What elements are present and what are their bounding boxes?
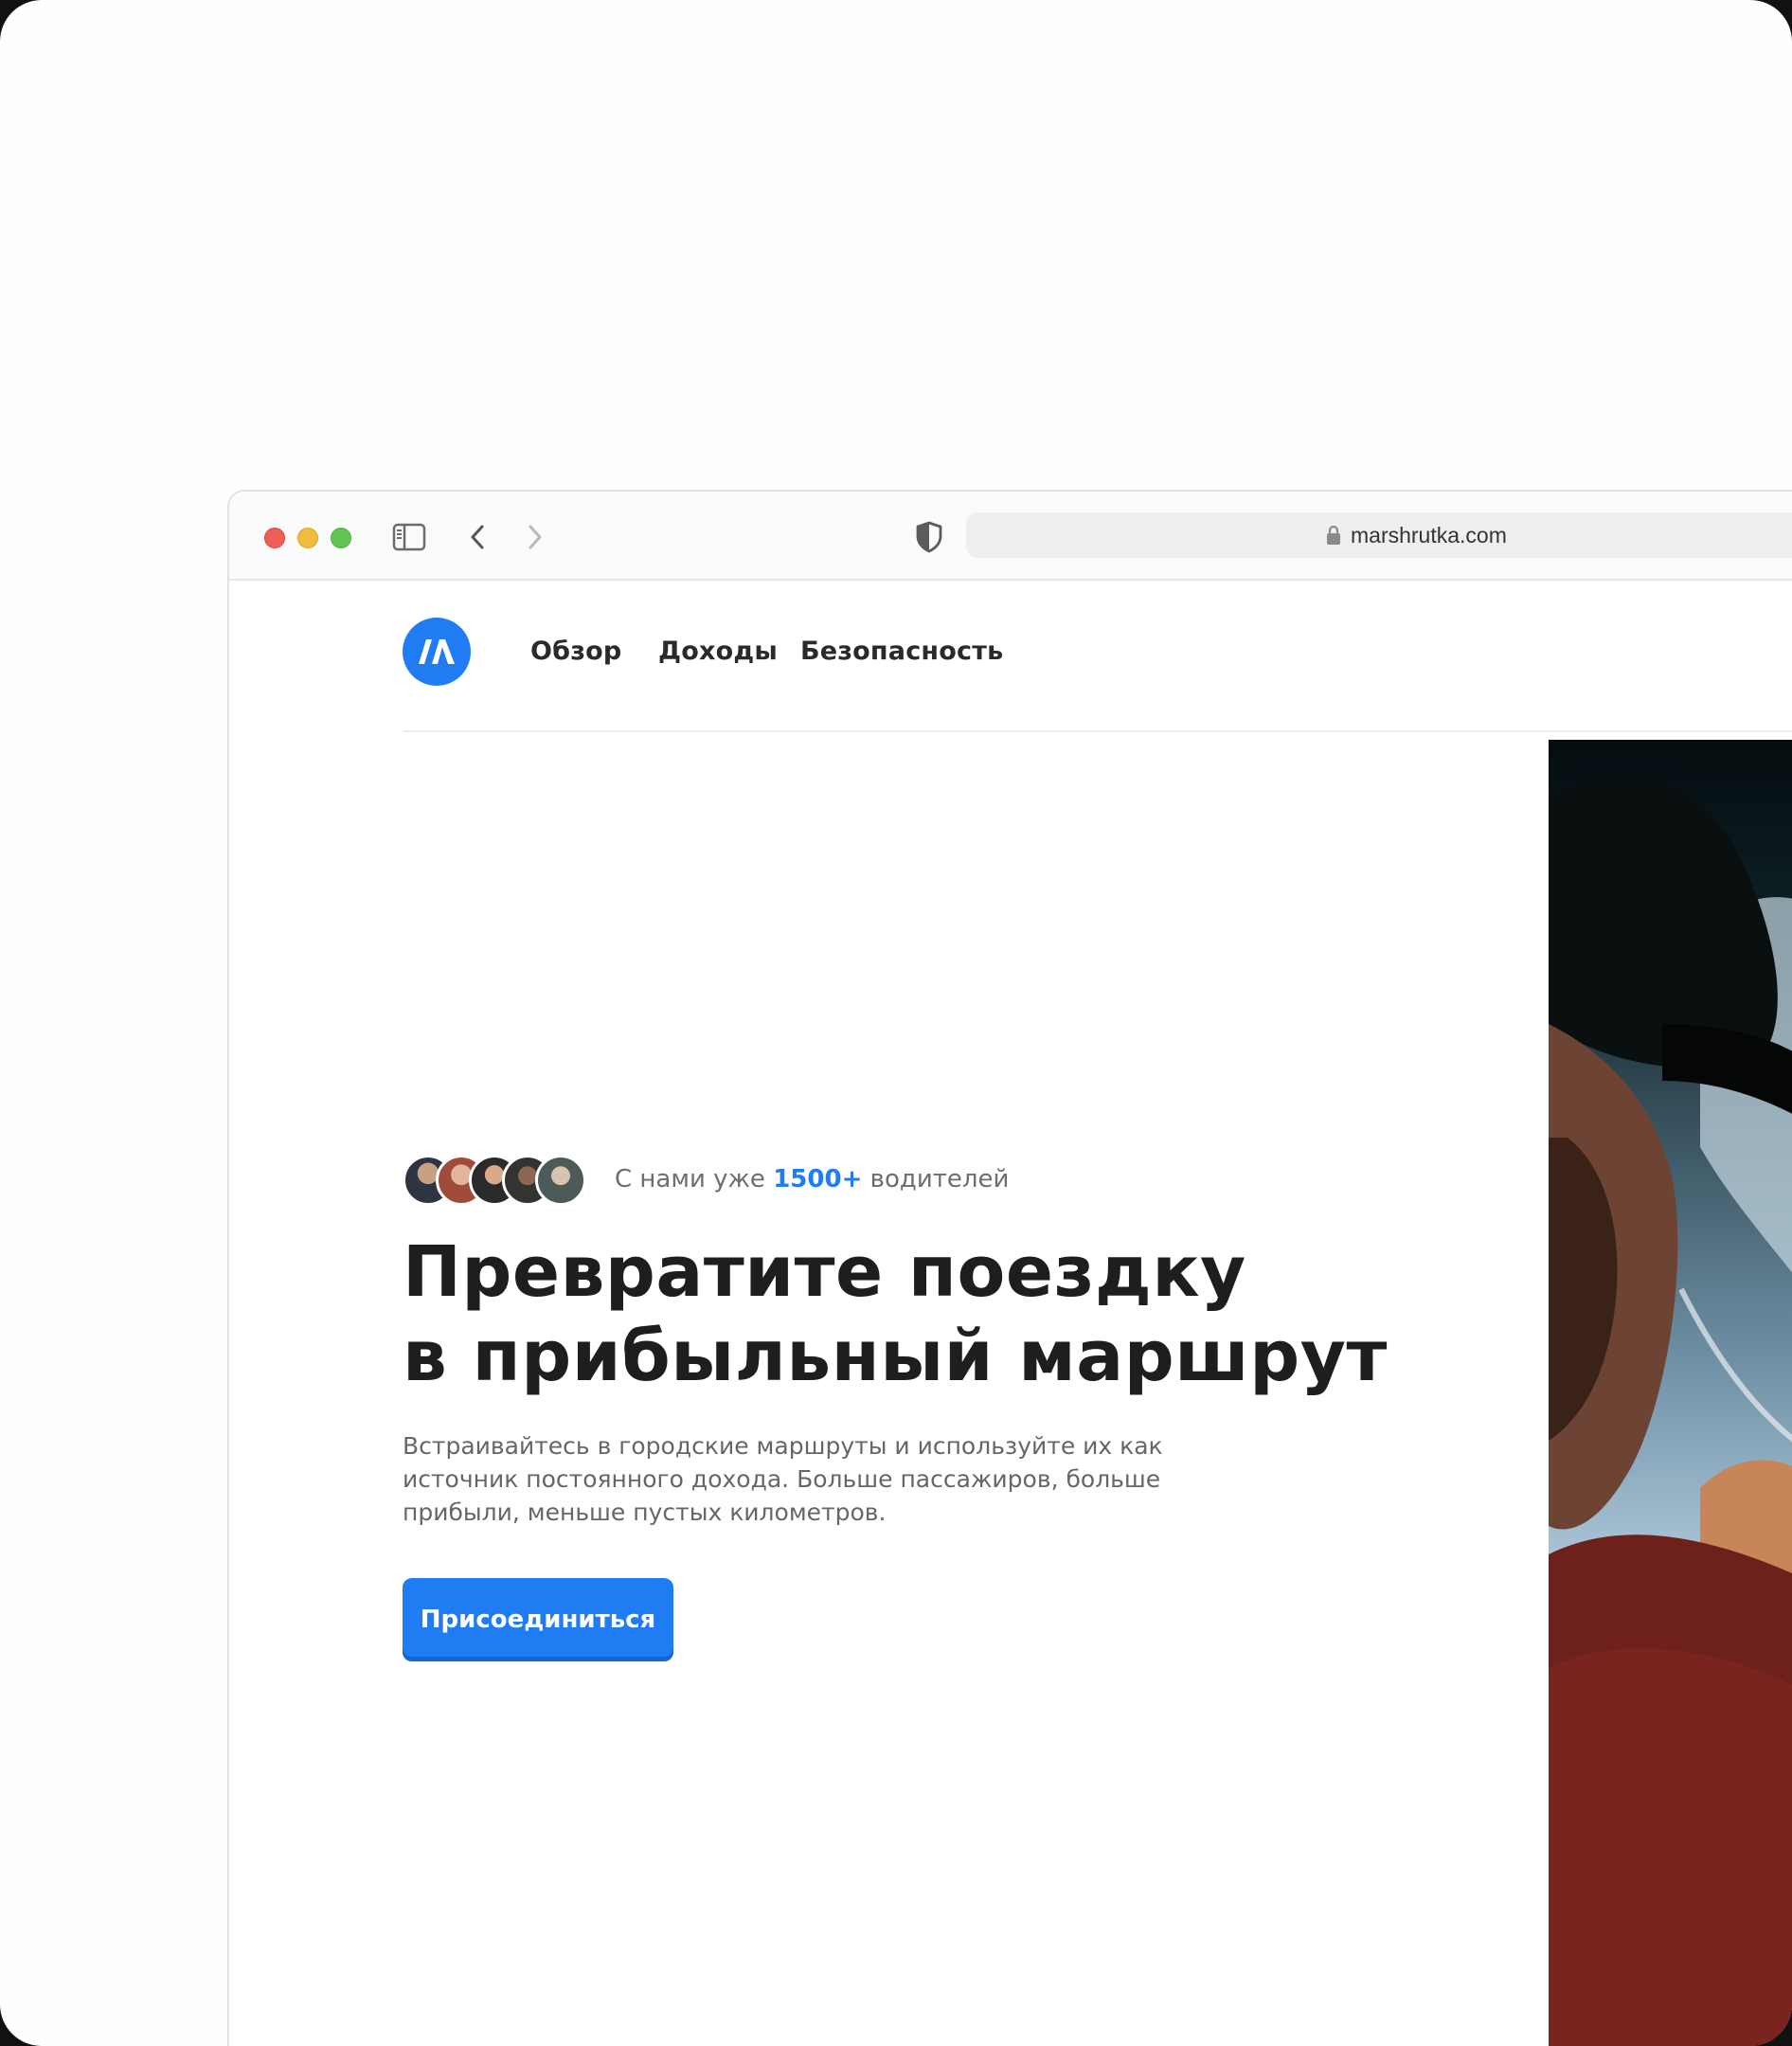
social-proof: С нами уже 1500+ водителей [403, 1155, 1009, 1206]
url-text: marshrutka.com [1351, 522, 1507, 547]
nav-item-earnings[interactable]: Доходы [658, 637, 778, 666]
social-prefix: С нами уже [615, 1165, 765, 1194]
hero-headline: Превратите поездку в прибыльный маршрут [403, 1230, 1444, 1399]
device-frame: marshrutka.com Обзор Доходы Безопасность [0, 0, 1792, 2046]
join-button[interactable]: Присоединиться [403, 1578, 673, 1661]
driver-count: 1500+ [773, 1165, 863, 1194]
avatar [535, 1155, 586, 1206]
nav-item-safety[interactable]: Безопасность [800, 637, 1003, 666]
hero-photo [1549, 740, 1792, 2046]
headline-line-1: Превратите поездку [403, 1231, 1246, 1313]
shield-icon[interactable] [910, 518, 948, 556]
browser-window: marshrutka.com Обзор Доходы Безопасность [227, 490, 1792, 2046]
maximize-window-button[interactable] [331, 528, 351, 548]
forward-chevron-icon[interactable] [516, 518, 554, 556]
browser-toolbar: marshrutka.com [229, 492, 1792, 581]
hero-description: Встраивайтесь в городские маршруты и исп… [403, 1432, 1163, 1526]
sidebar-icon[interactable] [390, 518, 428, 556]
back-chevron-icon[interactable] [458, 518, 496, 556]
nav-item-overview[interactable]: Обзор [530, 637, 621, 666]
site-navbar: Обзор Доходы Безопасность [403, 613, 1792, 732]
close-window-button[interactable] [264, 528, 285, 548]
address-bar[interactable]: marshrutka.com [966, 512, 1792, 558]
minimize-window-button[interactable] [297, 528, 318, 548]
site-logo[interactable] [403, 618, 471, 686]
headline-line-2: в прибыльный маршрут [403, 1316, 1388, 1397]
social-suffix: водителей [869, 1165, 1010, 1194]
social-proof-text: С нами уже 1500+ водителей [615, 1165, 1009, 1194]
avatar-stack [403, 1155, 592, 1206]
lock-icon [1326, 525, 1341, 546]
